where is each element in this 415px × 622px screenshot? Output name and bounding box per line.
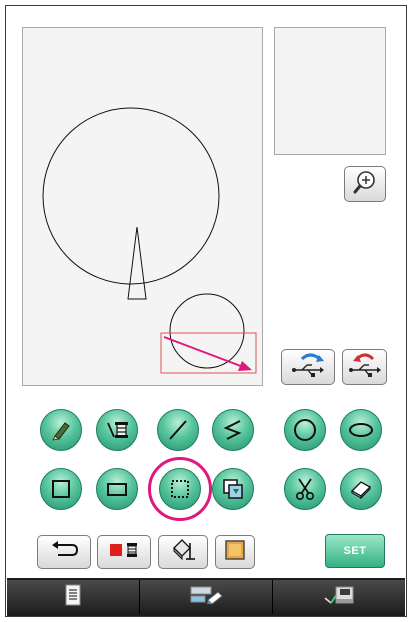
pencil-tool-button[interactable] <box>40 409 82 451</box>
scissors-icon <box>293 476 317 502</box>
drawing-canvas[interactable] <box>22 27 263 386</box>
tab-sewing-machine[interactable] <box>273 580 405 614</box>
large-circle-shape <box>42 107 220 285</box>
color-picker-icon <box>106 540 142 565</box>
fill-bucket-button[interactable] <box>158 535 208 569</box>
polyline-icon <box>221 418 245 442</box>
select-area-icon <box>168 477 192 501</box>
preview-pane <box>274 27 386 155</box>
set-button[interactable]: SET <box>325 534 385 568</box>
rectangle-icon <box>104 477 130 501</box>
usb-load-icon <box>347 351 383 384</box>
usb-load-button[interactable] <box>342 349 387 385</box>
document-icon <box>64 584 82 611</box>
edit-stitch-icon <box>188 584 224 611</box>
rectangle-tool-button[interactable] <box>96 468 138 510</box>
circle-tool-button[interactable] <box>284 409 326 451</box>
usb-save-button[interactable] <box>281 349 335 385</box>
square-icon <box>49 477 73 501</box>
set-button-label: SET <box>343 545 367 557</box>
zoom-button[interactable] <box>344 166 386 202</box>
circle-icon <box>292 417 318 443</box>
usb-save-icon <box>288 351 328 384</box>
straight-line-icon <box>166 418 190 442</box>
tab-document[interactable] <box>7 580 140 614</box>
pencil-icon <box>49 418 73 442</box>
small-circle-shape <box>169 293 245 369</box>
undo-button[interactable] <box>37 535 91 569</box>
ellipse-tool-button[interactable] <box>340 409 382 451</box>
scissors-button[interactable] <box>284 468 326 510</box>
straight-line-button[interactable] <box>157 409 199 451</box>
square-tool-button[interactable] <box>40 468 82 510</box>
fill-bucket-icon <box>168 537 198 568</box>
tab-edit-stitch[interactable] <box>140 580 273 614</box>
copy-paste-button[interactable] <box>212 468 254 510</box>
polyline-button[interactable] <box>212 409 254 451</box>
color-picker-button[interactable] <box>97 535 151 569</box>
sewing-machine-icon <box>321 584 357 611</box>
ellipse-icon <box>347 418 375 442</box>
select-area-button[interactable] <box>159 468 201 510</box>
selection-arrow-head <box>238 361 252 371</box>
zoom-in-icon <box>352 169 378 200</box>
copy-paste-icon <box>220 476 246 502</box>
eraser-button[interactable] <box>340 468 382 510</box>
eraser-icon <box>347 477 375 501</box>
line-fill-select-button[interactable] <box>215 535 255 569</box>
line-property-icon <box>104 418 130 442</box>
bottom-tab-bar <box>7 578 405 616</box>
undo-icon <box>48 540 80 565</box>
spike-shape <box>127 226 147 300</box>
line-fill-select-icon <box>224 539 246 566</box>
line-property-button[interactable] <box>96 409 138 451</box>
